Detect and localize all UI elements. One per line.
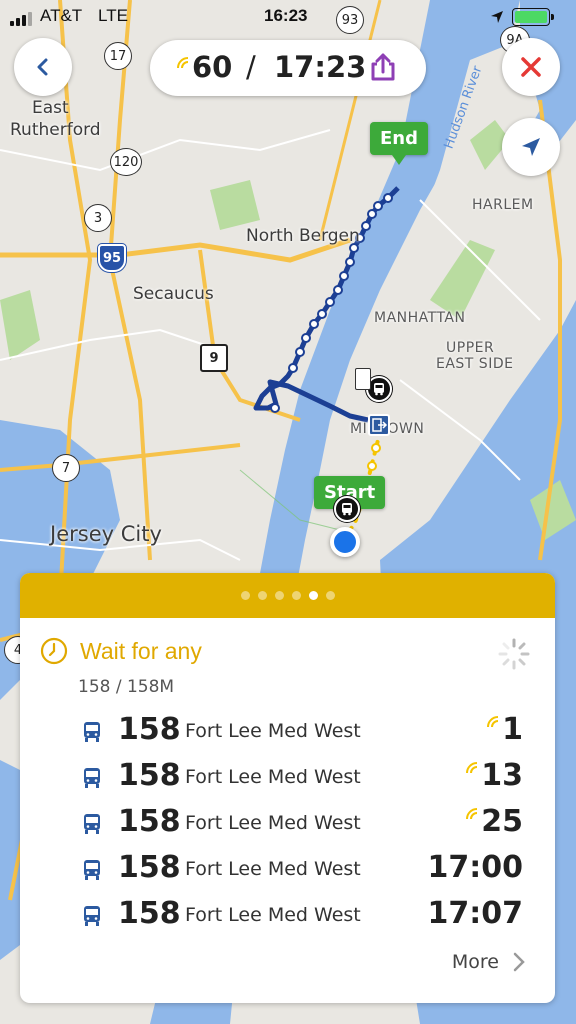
battery-icon (512, 8, 554, 26)
share-icon[interactable] (368, 52, 398, 82)
departure-route: 158 (118, 758, 181, 793)
end-marker[interactable]: End (370, 122, 428, 165)
map-label-secaucus: Secaucus (133, 284, 214, 304)
eta-separator: / (246, 50, 256, 84)
route-shield-120: 120 (110, 148, 142, 176)
network-label: LTE (98, 6, 128, 25)
eta-minutes: 60 (192, 50, 233, 84)
bus-icon (374, 383, 384, 396)
departure-destination: Fort Lee Med West (185, 766, 361, 788)
departure-route: 158 (118, 896, 181, 931)
signal-strength-icon (10, 12, 32, 26)
status-time: 16:23 (264, 6, 308, 25)
departure-row[interactable]: 158 Fort Lee Med West 13 (20, 755, 555, 801)
page-dot[interactable] (257, 591, 267, 600)
route-shield-95: 95 (98, 244, 126, 272)
bus-icon (82, 813, 102, 840)
departure-time: 17:07 (427, 896, 524, 931)
map-label-harlem: HARLEM (472, 197, 534, 213)
map-label-rutherford: Rutherford (10, 120, 101, 140)
exit-icon (372, 418, 388, 432)
map-label-jersey-city: Jersey City (50, 522, 162, 546)
transfer-exit-marker[interactable] (368, 414, 390, 436)
departure-row[interactable]: 158 Fort Lee Med West 1 (20, 709, 555, 755)
station-icon (355, 368, 371, 390)
wait-title: Wait for any (80, 637, 202, 664)
navigate-arrow-icon (522, 138, 540, 156)
departure-row[interactable]: 158 Fort Lee Med West 17:07 (20, 893, 555, 939)
departure-destination: Fort Lee Med West (185, 720, 361, 742)
route-subtitle: 158 / 158M (78, 677, 175, 697)
departure-route: 158 (118, 850, 181, 885)
page-dot[interactable] (240, 591, 250, 600)
page-dot[interactable] (325, 591, 335, 600)
spinner-icon (498, 638, 530, 670)
departure-time: 13 (481, 758, 523, 793)
route-shield-17: 17 (104, 42, 132, 70)
departure-destination: Fort Lee Med West (185, 858, 361, 880)
recenter-button[interactable] (502, 118, 560, 176)
close-icon (521, 57, 541, 77)
current-location-dot (330, 527, 360, 557)
route-shield-7: 7 (52, 454, 80, 482)
more-label: More (451, 951, 499, 973)
wait-row: Wait for any (40, 637, 202, 665)
departure-time: 25 (481, 804, 523, 839)
chevron-right-icon (513, 952, 525, 972)
route-shield-3: 3 (84, 204, 112, 232)
departure-time: 1 (502, 712, 523, 747)
bus-stop-marker-start[interactable] (334, 496, 360, 522)
bus-icon (82, 767, 102, 794)
more-button[interactable]: More (452, 951, 525, 973)
map-label-north-bergen: North Bergen (246, 226, 360, 246)
status-bar: AT&T LTE 16:23 (0, 0, 576, 34)
close-button[interactable] (502, 38, 560, 96)
departure-row[interactable]: 158 Fort Lee Med West 25 (20, 801, 555, 847)
departure-destination: Fort Lee Med West (185, 904, 361, 926)
page-dot[interactable] (291, 591, 301, 600)
bus-icon (82, 721, 102, 748)
page-dot[interactable] (274, 591, 284, 600)
page-dot[interactable] (308, 591, 318, 600)
trip-summary-pill[interactable]: 60 / 17:23 (150, 40, 426, 96)
map-label-east: East (32, 98, 69, 118)
departures-card[interactable]: Wait for any 158 / 158M 158 Fort Lee Med … (20, 573, 555, 1003)
departure-route: 158 (118, 804, 181, 839)
bus-icon (342, 503, 352, 516)
arrival-time: 17:23 (274, 50, 367, 84)
back-button[interactable] (14, 38, 72, 96)
realtime-signal-icon (465, 761, 479, 775)
card-pager[interactable] (20, 573, 555, 618)
back-arrow-icon (37, 58, 48, 76)
map-label-manhattan: MANHATTAN (374, 310, 466, 326)
realtime-signal-icon (177, 57, 189, 69)
map-label-upper: UPPER (446, 340, 495, 356)
realtime-signal-icon (465, 807, 479, 821)
carrier-label: AT&T (40, 6, 83, 25)
realtime-signal-icon (486, 715, 500, 729)
map-label-east-side: EAST SIDE (436, 356, 514, 372)
clock-icon (40, 637, 68, 665)
bus-icon (82, 905, 102, 932)
bus-icon (82, 859, 102, 886)
departure-route: 158 (118, 712, 181, 747)
departure-row[interactable]: 158 Fort Lee Med West 17:00 (20, 847, 555, 893)
departure-time: 17:00 (427, 850, 524, 885)
departure-destination: Fort Lee Med West (185, 812, 361, 834)
route-shield-9: 9 (200, 344, 228, 372)
location-services-icon (491, 11, 503, 23)
